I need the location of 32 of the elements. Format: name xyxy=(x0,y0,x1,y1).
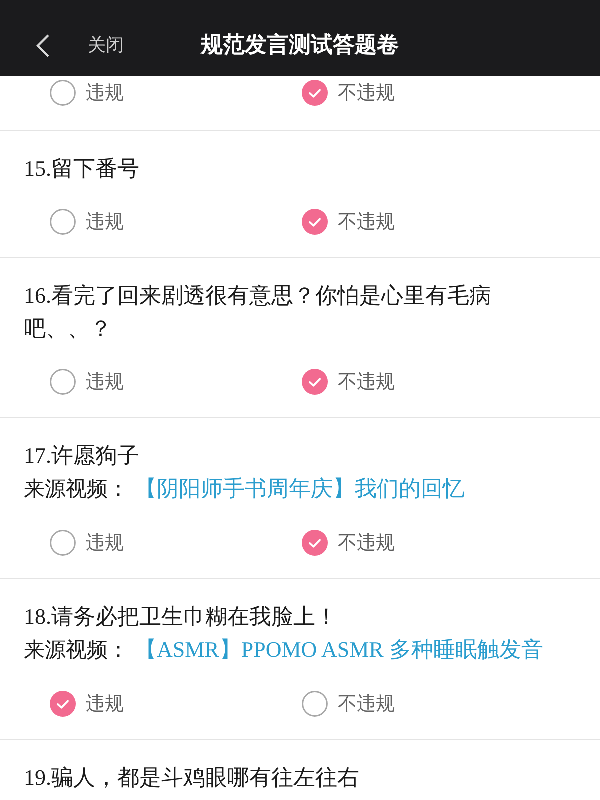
option-label[interactable]: 不违规 xyxy=(338,80,395,106)
radio-button[interactable] xyxy=(50,80,76,106)
video-link[interactable]: 【阴阳师手书周年庆】我们的回忆 xyxy=(135,472,465,505)
question-text: 19.骗人，都是斗鸡眼哪有往左往右 xyxy=(24,764,360,792)
question-text: 15.留下番号 xyxy=(24,155,140,183)
question-text: 16.看完了回来剧透很有意思？你怕是心里有毛病吧、、？ xyxy=(24,282,492,343)
source-label: 来源视频： xyxy=(24,637,129,664)
radio-button[interactable] xyxy=(302,369,328,395)
radio-button[interactable] xyxy=(302,209,328,235)
option-label[interactable]: 不违规 xyxy=(338,369,395,395)
radio-button[interactable] xyxy=(50,209,76,235)
back-icon[interactable] xyxy=(36,34,50,58)
radio-button[interactable] xyxy=(302,530,328,556)
radio-button[interactable] xyxy=(50,530,76,556)
option-label[interactable]: 不违规 xyxy=(338,530,395,556)
radio-button[interactable] xyxy=(50,369,76,395)
question-text: 17.许愿狗子 xyxy=(24,442,140,470)
option-label[interactable]: 不违规 xyxy=(338,691,395,717)
option-label[interactable]: 违规 xyxy=(86,80,124,106)
radio-button[interactable] xyxy=(50,691,76,717)
radio-button[interactable] xyxy=(302,691,328,717)
question-text: 18.请务必把卫生巾糊在我脸上！ xyxy=(24,603,338,631)
option-label[interactable]: 违规 xyxy=(86,369,124,395)
video-link[interactable]: 【ASMR】PPOMO ASMR 多种睡眠触发音 xyxy=(135,633,544,666)
page-title: 规范发言测试答题卷 xyxy=(201,32,399,60)
close-button[interactable]: 关闭 xyxy=(88,34,124,58)
source-label: 来源视频： xyxy=(24,476,129,503)
option-label[interactable]: 违规 xyxy=(86,691,124,717)
radio-button[interactable] xyxy=(302,80,328,106)
option-label[interactable]: 不违规 xyxy=(338,209,395,235)
option-label[interactable]: 违规 xyxy=(86,530,124,556)
option-label[interactable]: 违规 xyxy=(86,209,124,235)
